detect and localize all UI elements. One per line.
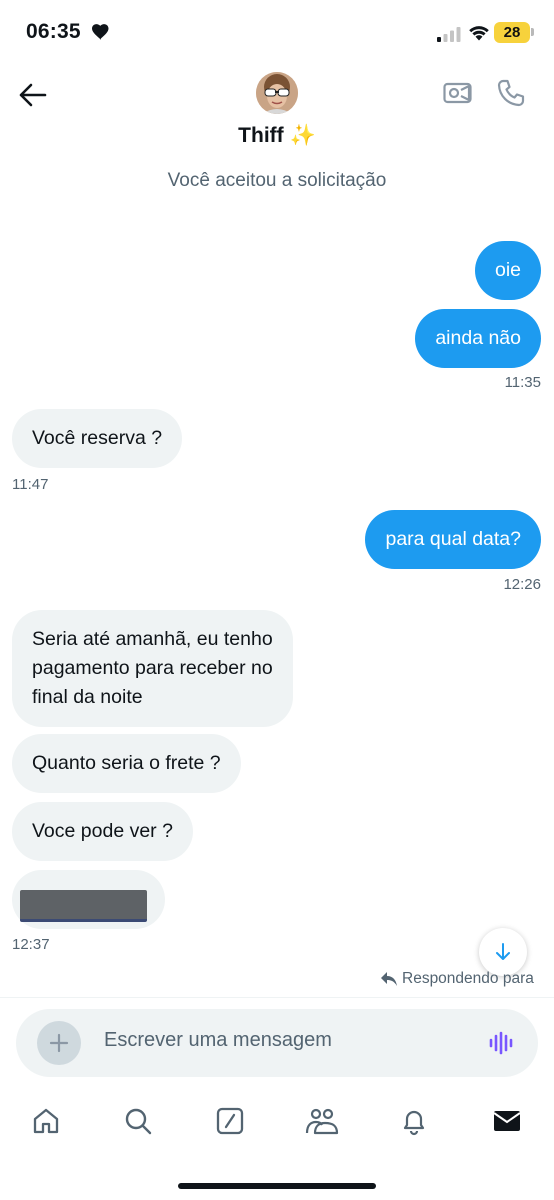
tab-communities[interactable] bbox=[305, 1104, 339, 1138]
replying-label: Respondendo para bbox=[402, 970, 534, 987]
battery-tip bbox=[531, 28, 534, 36]
tab-notifications[interactable] bbox=[397, 1104, 431, 1138]
message-line: final da noite bbox=[32, 686, 143, 708]
wifi-icon bbox=[468, 23, 490, 46]
home-icon bbox=[33, 1108, 59, 1134]
divider bbox=[0, 997, 554, 998]
message-bubble-sent[interactable]: para qual data? bbox=[365, 510, 541, 569]
heart-icon bbox=[92, 24, 110, 45]
message-input[interactable] bbox=[104, 1029, 464, 1052]
audio-waveform-icon bbox=[489, 1031, 513, 1055]
message-composer bbox=[16, 1009, 538, 1077]
message-bubble-sent[interactable]: ainda não bbox=[415, 309, 541, 368]
add-media-button[interactable] bbox=[37, 1021, 81, 1065]
search-icon bbox=[125, 1108, 152, 1135]
bell-icon bbox=[403, 1110, 425, 1136]
battery-level: 28 bbox=[494, 22, 530, 43]
message-line: Seria até amanhã, eu tenho bbox=[32, 628, 273, 650]
bottom-tab-bar bbox=[0, 1090, 554, 1160]
image-attachment bbox=[20, 890, 147, 922]
voice-call-button[interactable] bbox=[497, 79, 525, 112]
message-timestamp: 12:26 bbox=[503, 576, 541, 593]
status-bar: 06:35 28 bbox=[0, 0, 554, 60]
home-indicator bbox=[178, 1183, 376, 1189]
grok-icon bbox=[216, 1107, 244, 1135]
tab-grok[interactable] bbox=[213, 1104, 247, 1138]
arrow-down-icon bbox=[496, 943, 510, 960]
scroll-to-bottom-button[interactable] bbox=[479, 928, 527, 976]
message-bubble-received[interactable]: Voce pode ver ? bbox=[12, 802, 193, 861]
message-timestamp: 11:47 bbox=[12, 476, 49, 493]
message-line: pagamento para receber no bbox=[32, 657, 273, 679]
cellular-signal-icon bbox=[437, 26, 461, 47]
message-bubble-received[interactable]: Seria até amanhã, eu tenho pagamento par… bbox=[12, 610, 293, 727]
request-accepted-notice: Você aceitou a solicitação bbox=[167, 170, 387, 191]
message-bubble-received[interactable]: Você reserva ? bbox=[12, 409, 183, 468]
message-timestamp: 12:37 bbox=[12, 936, 50, 953]
reply-arrow-icon bbox=[381, 972, 397, 986]
tab-messages[interactable] bbox=[490, 1104, 524, 1138]
contact-name: Thiff bbox=[238, 124, 284, 147]
image-attachment-bubble[interactable] bbox=[12, 870, 165, 929]
back-button[interactable] bbox=[18, 80, 48, 110]
arrow-left-icon bbox=[19, 83, 47, 107]
sparkles-emoji: ✨ bbox=[289, 124, 316, 147]
communities-icon bbox=[305, 1108, 339, 1135]
phone-icon bbox=[497, 79, 525, 107]
voice-message-button[interactable] bbox=[488, 1031, 514, 1060]
status-time: 06:35 bbox=[26, 20, 81, 43]
video-camera-icon bbox=[443, 82, 472, 104]
tab-search[interactable] bbox=[121, 1104, 155, 1138]
plus-icon bbox=[49, 1033, 69, 1053]
replying-indicator[interactable]: Respondendo para bbox=[380, 970, 534, 988]
message-bubble-received[interactable]: Quanto seria o frete ? bbox=[12, 734, 241, 793]
conversation-title[interactable]: Thiff ✨ bbox=[0, 124, 554, 148]
message-bubble-sent[interactable]: oie bbox=[474, 241, 541, 300]
envelope-icon bbox=[493, 1111, 521, 1131]
video-call-button[interactable] bbox=[443, 80, 473, 111]
avatar[interactable] bbox=[256, 72, 298, 114]
message-timestamp: 11:35 bbox=[504, 374, 541, 391]
tab-home[interactable] bbox=[29, 1104, 63, 1138]
